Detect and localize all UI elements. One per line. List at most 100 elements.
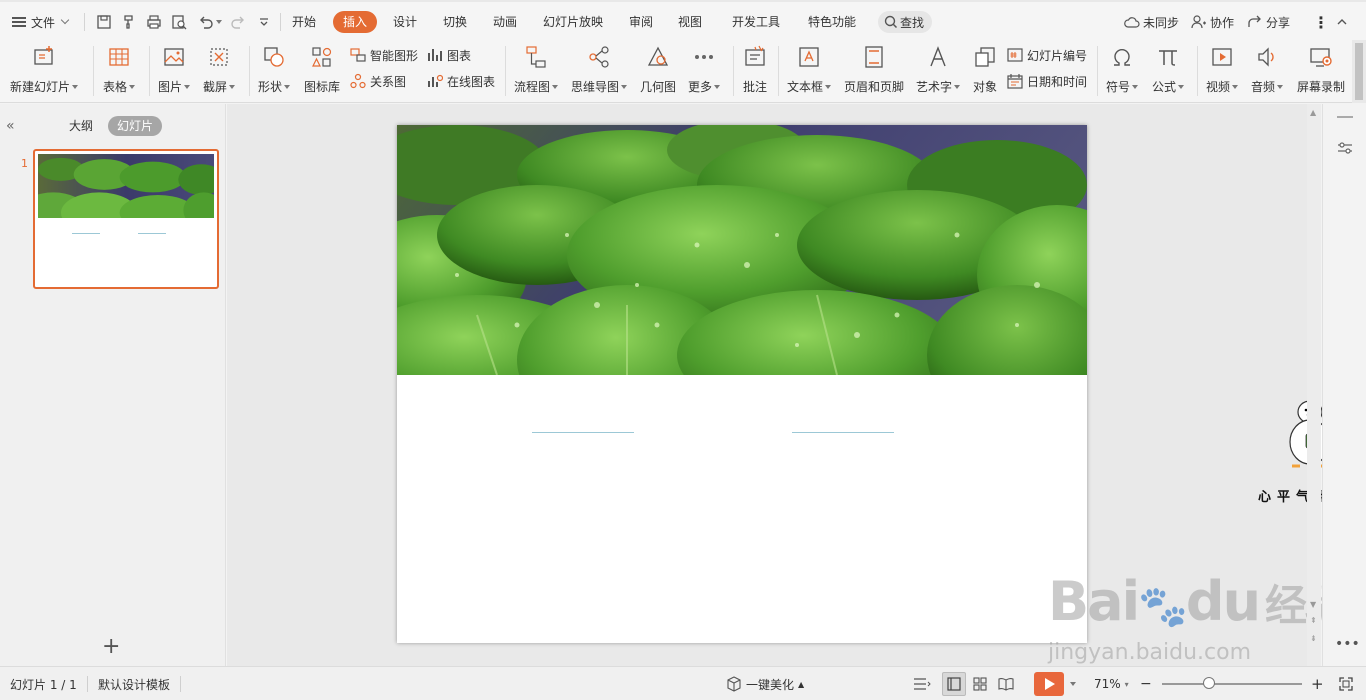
mindmap-button[interactable]: 思维导图: [571, 44, 628, 95]
tab-home[interactable]: 开始: [288, 11, 320, 33]
customize-toolbar-icon[interactable]: [254, 12, 274, 32]
new-slide-button[interactable]: 新建幻灯片: [10, 44, 79, 95]
tab-design[interactable]: 设计: [389, 11, 421, 33]
picture-button[interactable]: 图片: [158, 44, 191, 95]
tab-features[interactable]: 特色功能: [804, 11, 860, 33]
zoom-out-icon[interactable]: −: [1140, 676, 1152, 692]
geometry-label: 几何图: [640, 80, 677, 94]
zoom-level[interactable]: 71% ▾: [1094, 676, 1129, 692]
textbox-button[interactable]: 文本框: [787, 44, 832, 95]
beautify-button[interactable]: 一键美化 ▲: [726, 676, 804, 692]
flowchart-label: 流程图: [514, 80, 551, 94]
more-pane-icon[interactable]: •••: [1335, 636, 1360, 652]
screen-record-button[interactable]: 屏幕录制: [1297, 44, 1345, 95]
zoom-in-icon[interactable]: +: [1311, 675, 1324, 693]
file-menu[interactable]: 文件: [12, 12, 70, 32]
collapse-panel-icon[interactable]: «: [6, 118, 15, 134]
normal-view-icon[interactable]: [942, 672, 966, 696]
symbol-button[interactable]: 符号: [1106, 44, 1139, 95]
tab-review[interactable]: 审阅: [625, 11, 657, 33]
play-slideshow-button[interactable]: [1034, 672, 1064, 696]
audio-label: 音频: [1251, 80, 1276, 94]
scroll-thumb[interactable]: [1355, 43, 1363, 100]
textbox-label: 文本框: [787, 80, 824, 94]
share-button[interactable]: 分享: [1247, 12, 1290, 32]
reading-view-icon[interactable]: [994, 672, 1018, 696]
design-template[interactable]: 默认设计模板: [98, 676, 170, 692]
slide-panel: « 大纲 幻灯片 1 +: [0, 104, 226, 666]
chart-button[interactable]: 图表: [427, 46, 471, 64]
collapse-ribbon-icon[interactable]: [1336, 12, 1348, 32]
tab-developer[interactable]: 开发工具: [728, 11, 784, 33]
formula-button[interactable]: 公式: [1152, 44, 1185, 95]
user-icon: [1191, 15, 1206, 29]
search-button[interactable]: 查找: [878, 11, 932, 33]
print-icon[interactable]: [144, 12, 164, 32]
screenshot-button[interactable]: 截屏: [203, 44, 236, 95]
scroll-up-icon[interactable]: ▲: [1310, 108, 1316, 117]
icon-library-button[interactable]: 图标库: [304, 44, 340, 95]
undo-icon[interactable]: [196, 12, 216, 32]
object-button[interactable]: 对象: [972, 44, 998, 95]
tab-slideshow[interactable]: 幻灯片放映: [539, 11, 607, 33]
relation-chart-button[interactable]: 关系图: [350, 72, 406, 90]
tab-animation[interactable]: 动画: [489, 11, 521, 33]
shape-button[interactable]: 形状: [258, 44, 291, 95]
collaborate-button[interactable]: 协作: [1191, 12, 1234, 32]
prev-slide-icon[interactable]: ⇞: [1310, 616, 1317, 625]
slide-count: 幻灯片 1 / 1: [10, 677, 77, 692]
geometry-button[interactable]: 几何图: [640, 44, 676, 95]
online-chart-button[interactable]: 在线图表: [427, 72, 495, 90]
file-menu-label: 文件: [31, 15, 56, 30]
scroll-down-icon[interactable]: ▼: [1310, 600, 1316, 609]
add-slide-icon[interactable]: +: [102, 634, 120, 659]
header-footer-button[interactable]: 页眉和页脚: [844, 44, 904, 95]
placeholder-line[interactable]: [792, 432, 894, 433]
zoom-slider-track[interactable]: [1162, 683, 1302, 685]
redo-icon: [228, 12, 248, 32]
format-painter-icon[interactable]: [119, 12, 139, 32]
vertical-scrollbar[interactable]: ▲ ▼ ⇞ ⇟: [1307, 104, 1321, 666]
dropdown-arrow-icon: [954, 84, 961, 89]
fit-window-icon[interactable]: [1334, 672, 1358, 696]
dropdown-arrow-icon: [1232, 84, 1239, 89]
watermark-brand-b: du: [1185, 570, 1261, 633]
undo-dropdown-icon[interactable]: [216, 20, 222, 24]
wordart-button[interactable]: 艺术字: [916, 44, 961, 95]
slide-number-button[interactable]: 幻灯片编号: [1007, 46, 1087, 64]
zoom-slider-knob[interactable]: [1203, 677, 1215, 689]
smart-art-button[interactable]: 智能图形: [350, 46, 418, 64]
current-slide[interactable]: [397, 125, 1087, 643]
tab-outline[interactable]: 大纲: [60, 116, 102, 136]
flowchart-button[interactable]: 流程图: [514, 44, 559, 95]
play-dropdown-icon[interactable]: [1070, 682, 1076, 686]
slide-thumbnail[interactable]: [33, 149, 219, 289]
tab-insert[interactable]: 插入: [333, 11, 378, 33]
table-button[interactable]: 表格: [103, 44, 136, 95]
ribbon-scrollbar[interactable]: [1352, 40, 1366, 103]
comment-label: 批注: [742, 80, 767, 94]
tab-view[interactable]: 视图: [674, 11, 706, 33]
sync-status[interactable]: 未同步: [1124, 12, 1179, 32]
settings-sliders-icon[interactable]: [1337, 140, 1353, 159]
online-chart-label: 在线图表: [447, 74, 496, 89]
datetime-button[interactable]: 日期和时间: [1007, 72, 1087, 90]
slide-sorter-icon[interactable]: [968, 672, 992, 696]
more-button[interactable]: 更多: [688, 44, 721, 95]
more-options-icon[interactable]: ⋮: [1313, 12, 1329, 32]
video-button[interactable]: 视频: [1206, 44, 1239, 95]
save-icon[interactable]: [94, 12, 114, 32]
chart-icon: [428, 49, 442, 61]
print-preview-icon[interactable]: [169, 12, 189, 32]
chevron-down-icon: [60, 15, 70, 25]
audio-button[interactable]: 音频: [1251, 44, 1284, 95]
placeholder-line[interactable]: [532, 432, 634, 433]
next-slide-icon[interactable]: ⇟: [1310, 634, 1317, 643]
divider: [249, 46, 250, 96]
video-icon: [1209, 44, 1235, 70]
comment-button[interactable]: 批注: [742, 44, 768, 95]
tab-transition[interactable]: 切换: [439, 11, 471, 33]
basil-leaves-image[interactable]: [397, 125, 1087, 375]
notes-toggle-icon[interactable]: [910, 672, 934, 696]
tab-slides[interactable]: 幻灯片: [108, 116, 163, 136]
